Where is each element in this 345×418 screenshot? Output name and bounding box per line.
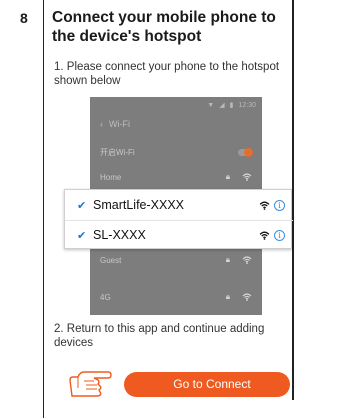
instruction-step-1: 1. Please connect your phone to the hots… [54,61,280,87]
checkmark-icon: ✔ [77,229,87,242]
network-name: 4G [100,292,111,302]
wifi-icon [259,201,270,210]
chevron-left-icon: ‹ [100,119,103,129]
wifi-toggle-row: 开启Wi-Fi [90,139,262,165]
wifi-title: Wi-Fi [109,119,130,129]
step-number: 8 [20,10,28,26]
network-row-4g: 4G 🔒︎ [90,284,262,310]
lock-icon: 🔒︎ [225,292,230,301]
wifi-icon [259,231,270,240]
wifi-icon [242,293,252,301]
network-row-home: Home 🔒︎ [90,164,262,190]
instruction-step-2: 2. Return to this app and continue addin… [54,323,265,349]
wifi-signal-icon: ▼ [207,101,215,109]
lock-icon: 🔒︎ [225,172,230,181]
hotspot-name: SL-XXXX [93,228,146,242]
step-heading: Connect your mobile phone to the device'… [52,9,276,45]
hotspot-list-callout: ✔ SmartLife-XXXX i ✔ SL-XXXX i [64,189,293,250]
status-bar: ▼ ◢ ▮ 12:30 [207,101,256,110]
battery-icon: ▮ [229,102,234,109]
wifi-back-row: ‹ Wi-Fi [90,111,262,137]
network-name: Guest [100,255,122,265]
connect-area: Go to Connect [64,364,296,400]
network-name: Home [100,172,122,182]
checkmark-icon: ✔ [77,199,87,212]
wifi-toggle [238,147,253,157]
wifi-icon [242,173,252,181]
wifi-icon [242,256,252,264]
cell-signal-icon: ◢ [219,102,225,109]
info-icon[interactable]: i [274,229,285,241]
wifi-toggle-label: 开启Wi-Fi [100,147,135,157]
go-to-connect-button[interactable]: Go to Connect [134,372,290,397]
network-row-guest: Guest 🔒︎ [90,247,262,273]
status-time: 12:30 [238,101,256,109]
lock-icon: 🔒︎ [225,255,230,264]
hotspot-row-smartlife[interactable]: ✔ SmartLife-XXXX i [65,190,293,220]
step-column: 8 [0,0,44,418]
hotspot-row-sl[interactable]: ✔ SL-XXXX i [65,220,293,250]
info-icon[interactable]: i [274,199,285,211]
hotspot-name: SmartLife-XXXX [93,198,185,212]
pointing-hand-icon [69,371,112,397]
